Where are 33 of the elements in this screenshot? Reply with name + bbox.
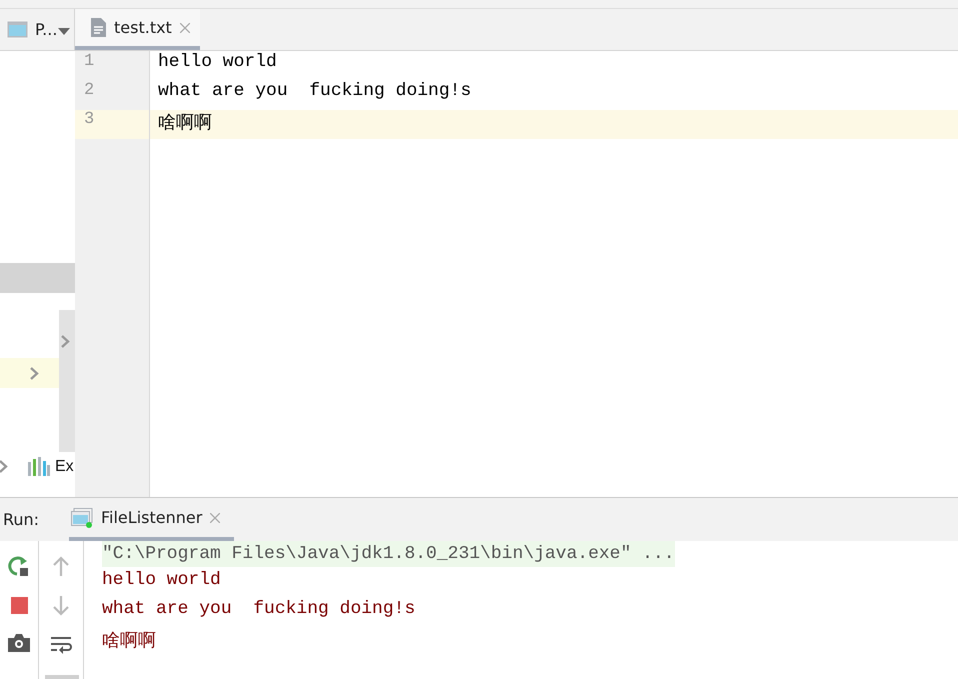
code-line: what are you fucking doing!s xyxy=(158,81,472,101)
panel-title[interactable]: P... xyxy=(35,20,58,39)
code-line: 啥啊啊 xyxy=(158,114,212,134)
close-icon[interactable] xyxy=(210,512,220,522)
tree-row[interactable] xyxy=(0,358,59,388)
stop-icon[interactable] xyxy=(10,597,28,614)
file-icon xyxy=(91,18,106,37)
tab-label: test.txt xyxy=(114,18,172,37)
close-icon[interactable] xyxy=(180,22,190,32)
camera-icon[interactable] xyxy=(8,634,30,652)
dropdown-icon[interactable] xyxy=(58,28,70,35)
code-line: hello world xyxy=(158,52,277,72)
wrap-icon[interactable] xyxy=(50,636,72,654)
scrollbar-track[interactable] xyxy=(59,310,75,452)
console-line: 啥啊啊 xyxy=(102,632,156,652)
line-number: 1 xyxy=(83,52,96,73)
down-arrow-icon[interactable] xyxy=(53,596,69,616)
chevron-icon[interactable] xyxy=(0,460,9,473)
tab-label: FileListenner xyxy=(101,508,202,527)
window-icon[interactable] xyxy=(7,21,28,38)
editor-tab[interactable]: test.txt xyxy=(75,9,200,50)
line-number: 3 xyxy=(75,110,149,139)
up-arrow-icon[interactable] xyxy=(53,556,69,576)
chevron-icon[interactable] xyxy=(30,367,39,380)
line-number: 2 xyxy=(83,81,96,102)
tree-item-label[interactable]: Ex xyxy=(55,458,74,476)
console-line: what are you fucking doing!s xyxy=(102,599,416,619)
bar-chart-icon xyxy=(28,457,50,476)
window-icon xyxy=(71,508,93,528)
chevron-icon[interactable] xyxy=(61,335,70,348)
run-label: Run: xyxy=(2,510,40,529)
console-line: hello world xyxy=(102,570,221,590)
rerun-icon[interactable] xyxy=(8,556,30,577)
